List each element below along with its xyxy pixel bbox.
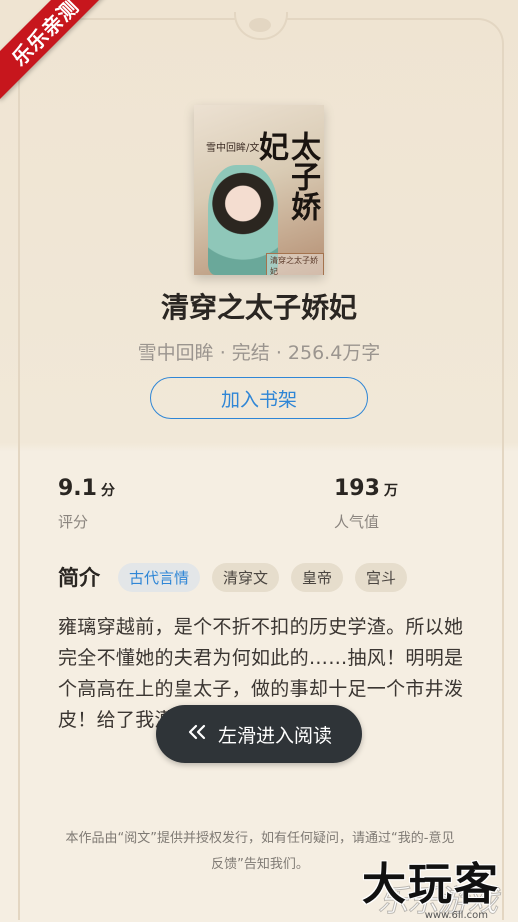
toast-label: 左滑进入阅读 [217, 724, 332, 747]
tag-palace-intrigue[interactable]: 宫斗 [355, 562, 408, 592]
book-cover[interactable]: 雪中回眸/文 太子娇妃 清穿之太子娇妃 [194, 105, 324, 275]
watermark-logo: 乐乐游戏 大玩客 www.6ll.com [340, 848, 518, 922]
bear-icon [249, 18, 271, 32]
watermark-main: 大玩客 [362, 859, 500, 910]
cover-author: 雪中回眸/文 [206, 143, 260, 154]
rating-value: 9.1 [58, 476, 97, 501]
watermark-url: www.6ll.com [424, 910, 488, 921]
popularity-label: 人气值 [334, 513, 380, 531]
book-detail-page: 乐乐亲测 雪中回眸/文 太子娇妃 清穿之太子娇妃 清穿之太子娇妃 雪中回眸 · … [0, 0, 518, 922]
popularity-value: 193 [334, 476, 380, 501]
tag-emperor[interactable]: 皇帝 [291, 562, 344, 592]
chevron-double-left-icon [186, 723, 208, 746]
cover-series-tag: 清穿之太子娇妃 [266, 253, 324, 275]
intro-heading: 简介 [58, 566, 100, 590]
swipe-to-read-toast[interactable]: 左滑进入阅读 [156, 705, 362, 763]
rating-label: 评分 [58, 513, 89, 531]
intro-header: 简介 古代言情 清穿文 皇帝 宫斗 [58, 562, 408, 592]
book-meta: 雪中回眸 · 完结 · 256.4万字 [137, 342, 381, 364]
tag-ancient-romance[interactable]: 古代言情 [118, 562, 201, 592]
rating-unit: 分 [100, 483, 115, 499]
rating-stat: 9.1 分 评分 [58, 476, 115, 532]
popularity-unit: 万 [383, 483, 398, 499]
add-to-shelf-button[interactable]: 加入书架 [150, 377, 368, 419]
popularity-stat: 193 万 人气值 [334, 476, 398, 532]
tag-qing-transmigration[interactable]: 清穿文 [212, 562, 280, 592]
cover-calligraphy: 太子娇妃 [253, 131, 320, 221]
book-title: 清穿之太子娇妃 [160, 291, 357, 324]
